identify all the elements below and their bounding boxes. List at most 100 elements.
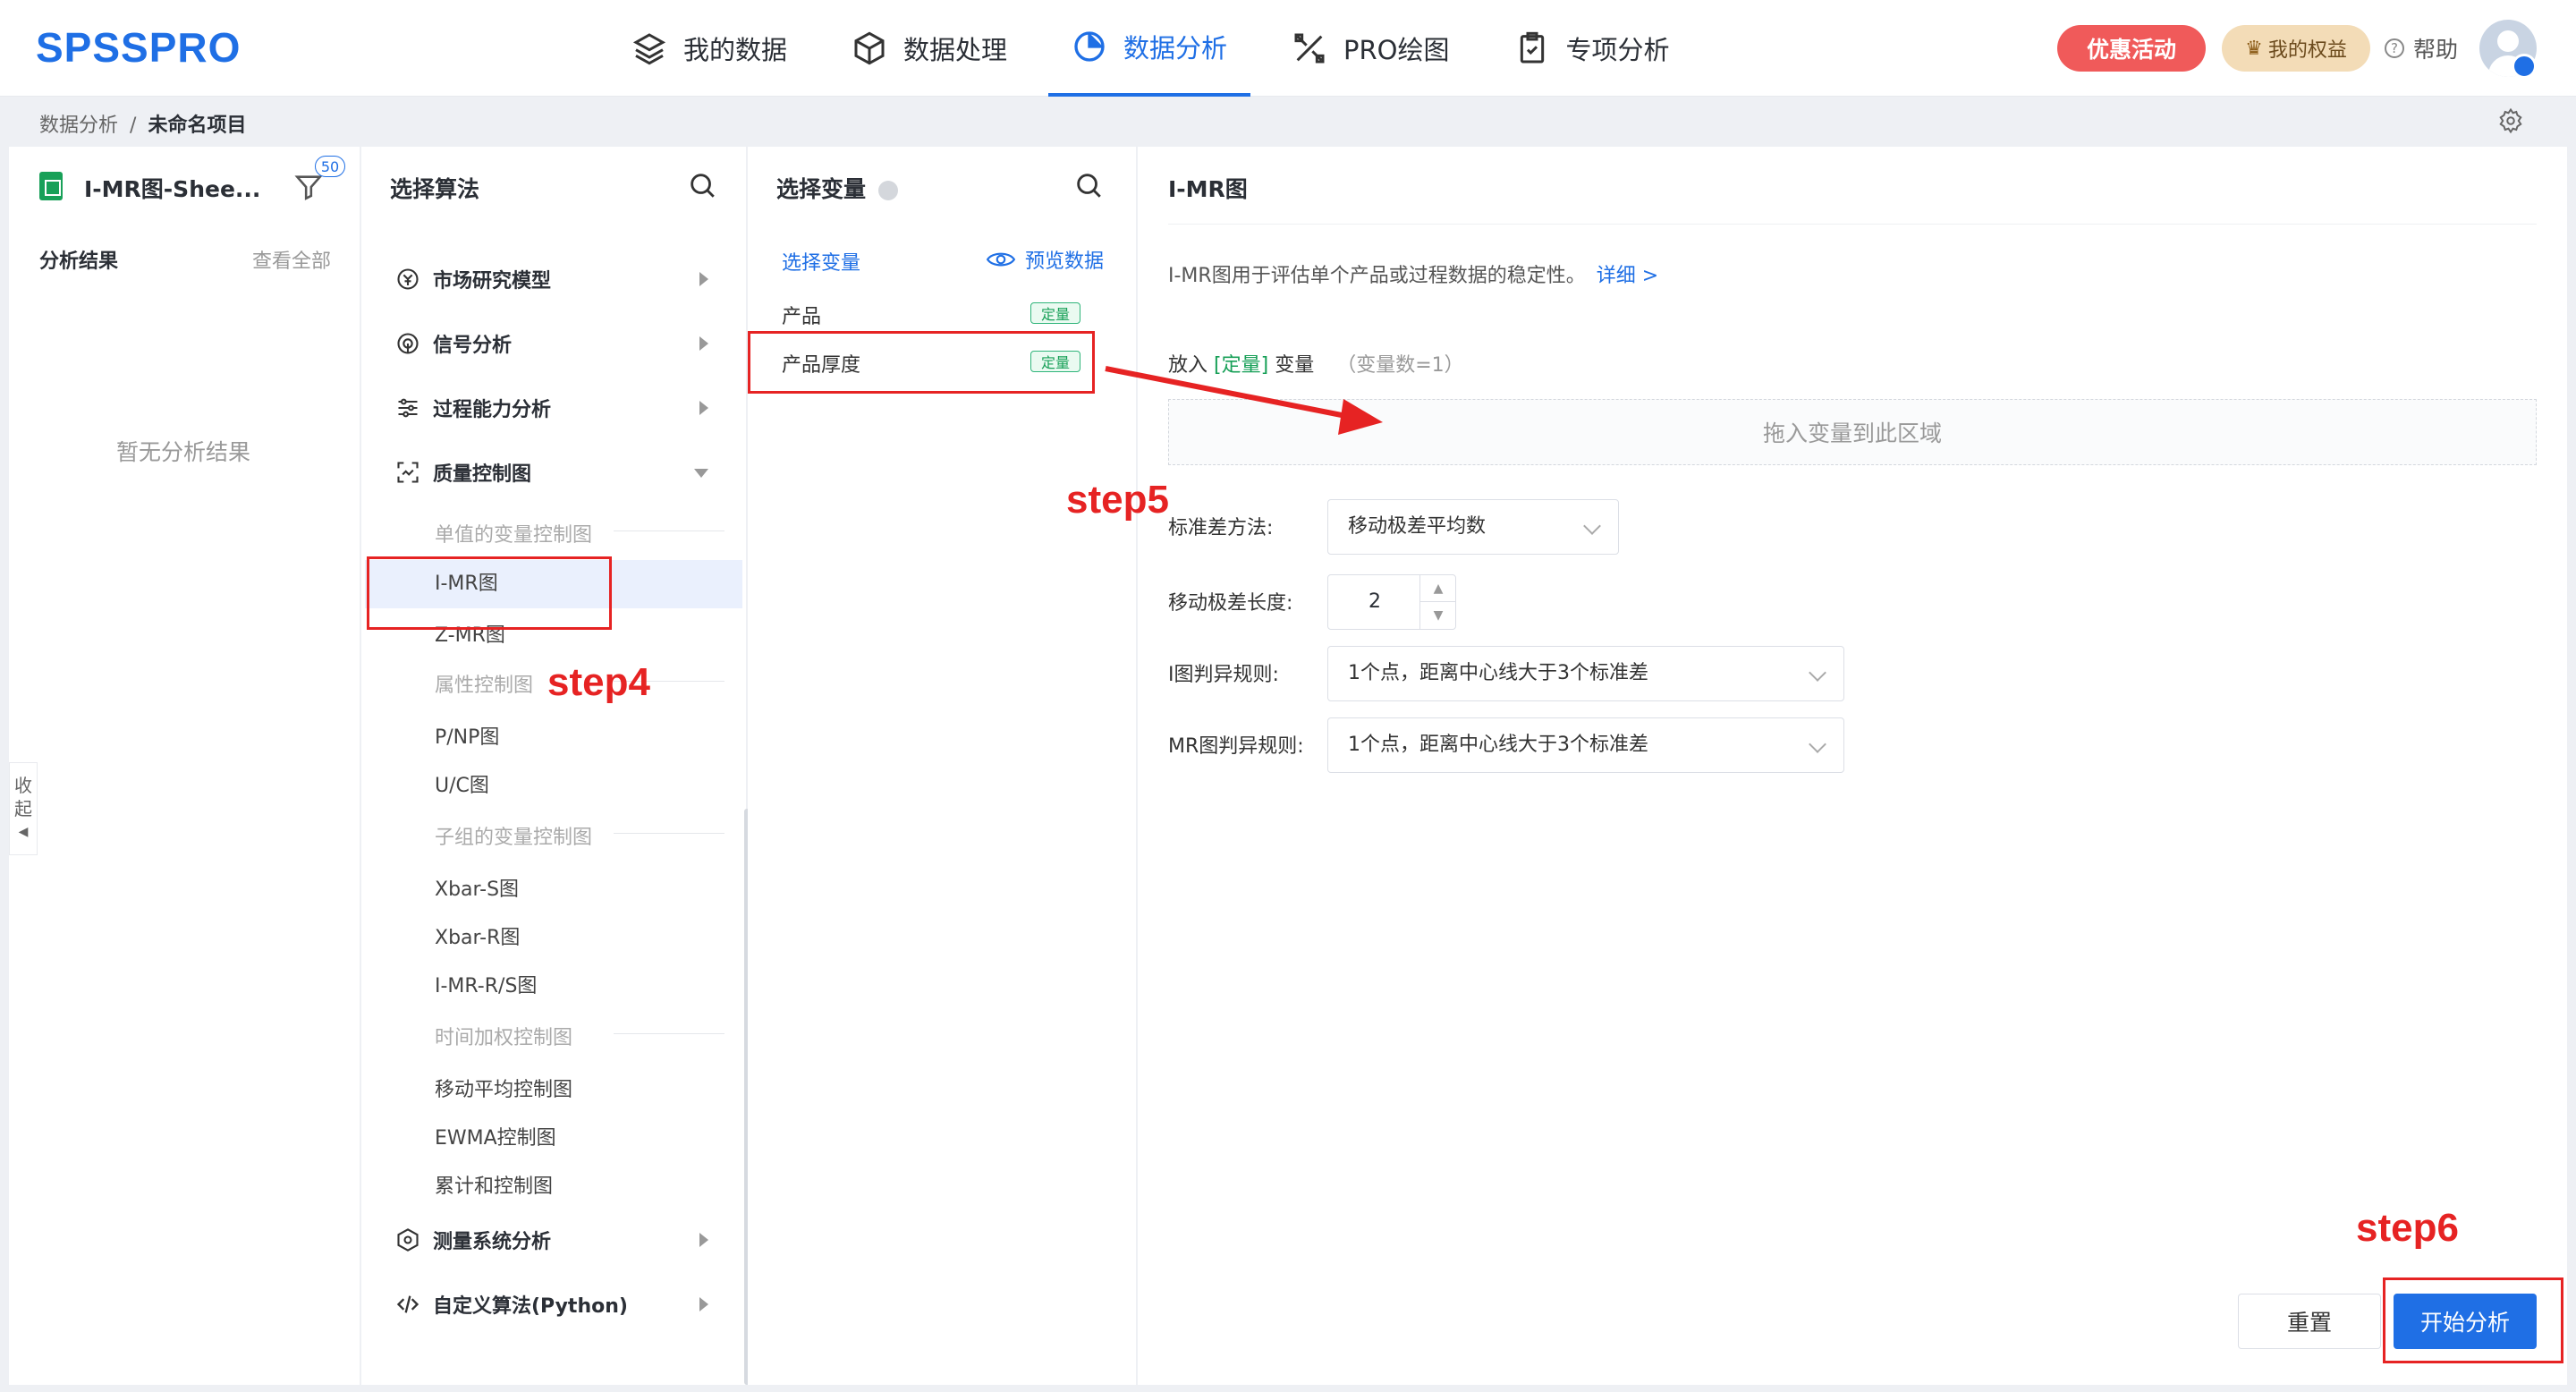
category-custom-python[interactable]: 自定义算法(Python): [395, 1290, 628, 1319]
group-individual-variables: 单值的变量控制图: [435, 519, 724, 547]
variable-type-tag: 定量: [1030, 302, 1080, 324]
step5-label: step5: [1066, 478, 1169, 522]
step6-highlight-box: [2383, 1277, 2563, 1363]
eye-icon: [986, 252, 1016, 267]
vip-badge-icon: [2512, 54, 2537, 79]
std-method-select[interactable]: 移动极差平均数: [1327, 499, 1619, 555]
variable-title: 选择变量: [776, 172, 899, 204]
variable-item[interactable]: 产品: [782, 301, 821, 329]
nav-data-analysis[interactable]: 数据分析: [1048, 0, 1251, 97]
algo-item-cusum[interactable]: 累计和控制图: [435, 1170, 553, 1199]
step4-highlight-box: [367, 556, 612, 630]
chevron-right-icon: [699, 401, 708, 415]
algo-item-ewma[interactable]: EWMA控制图: [435, 1122, 556, 1150]
gear-icon[interactable]: [2497, 107, 2524, 134]
help-icon[interactable]: [878, 181, 899, 200]
filter-icon[interactable]: [293, 172, 324, 202]
logo[interactable]: SPSSPRO: [36, 23, 241, 72]
mr-rule-select[interactable]: 1个点，距离中心线大于3个标准差: [1327, 717, 1844, 773]
pie-chart-icon: [1074, 31, 1105, 62]
nav-pro-draw[interactable]: PRO绘图: [1268, 0, 1472, 97]
i-rule-label: I图判异规则:: [1168, 664, 1279, 686]
algo-item-xbar-s[interactable]: Xbar-S图: [435, 873, 519, 902]
filter-count-badge: 50: [315, 156, 345, 177]
main-nav: 我的数据 数据处理 数据分析 PRO绘图 专项分析: [608, 0, 1711, 97]
collapse-sidebar-button[interactable]: 收 起 ◀: [9, 762, 38, 855]
draw-icon: [1294, 33, 1325, 64]
scan-icon: [397, 462, 419, 483]
step4-label: step4: [547, 660, 650, 704]
category-label: 测量系统分析: [433, 1231, 552, 1253]
decrement-icon[interactable]: ▼: [1420, 602, 1456, 629]
category-label: 过程能力分析: [433, 399, 552, 421]
cube-icon: [854, 31, 885, 65]
group-time-weighted: 时间加权控制图: [435, 1022, 724, 1050]
nav-my-data[interactable]: 我的数据: [608, 0, 810, 97]
preview-data-button[interactable]: 预览数据: [986, 245, 1104, 274]
clipboard-icon: [1520, 31, 1544, 64]
algo-item-u-c[interactable]: U/C图: [435, 769, 489, 798]
algorithm-title: 选择算法: [390, 176, 480, 202]
mr-length-value[interactable]: 2: [1328, 575, 1421, 629]
chevron-right-icon: [699, 1297, 708, 1311]
chevron-right-icon: [699, 336, 708, 351]
detail-link[interactable]: 详细 >: [1597, 265, 1658, 287]
group-attribute-control: 属性控制图: [435, 669, 724, 698]
nav-label: 数据处理: [903, 35, 1008, 65]
std-method-label: 标准差方法:: [1168, 517, 1274, 539]
search-icon[interactable]: [687, 170, 717, 200]
select-variable-header: 选择变量: [782, 252, 861, 275]
spreadsheet-icon: [39, 172, 63, 200]
algo-item-moving-average[interactable]: 移动平均控制图: [435, 1074, 572, 1102]
sheet-name[interactable]: I-MR图-Shee...: [84, 172, 260, 204]
search-icon[interactable]: [1073, 170, 1104, 200]
algo-item-i-mr-r-s[interactable]: I-MR-R/S图: [435, 970, 537, 998]
sliders-icon: [398, 398, 418, 418]
code-icon: [396, 1295, 419, 1313]
help-label: 帮助: [2413, 37, 2459, 63]
nav-label: 专项分析: [1565, 35, 1670, 65]
category-signal-analysis[interactable]: 信号分析: [395, 329, 512, 358]
nav-special-analysis[interactable]: 专项分析: [1491, 0, 1693, 97]
my-rights-button[interactable]: ♛ 我的权益: [2222, 25, 2370, 72]
step5-highlight-box: [748, 331, 1095, 394]
reset-button[interactable]: 重置: [2238, 1294, 2381, 1349]
category-measurement-system[interactable]: 测量系统分析: [395, 1226, 551, 1254]
crown-icon: ♛: [2245, 37, 2263, 60]
increment-icon[interactable]: ▲: [1420, 575, 1456, 602]
nav-data-processing[interactable]: 数据处理: [828, 0, 1030, 97]
breadcrumb-current: 未命名项目: [148, 115, 247, 137]
chevron-down-icon: [1809, 735, 1826, 753]
breadcrumb-parent[interactable]: 数据分析: [39, 115, 118, 137]
caret-left-icon: ◀: [18, 825, 29, 839]
chevron-down-icon: [1583, 517, 1601, 535]
algo-item-xbar-r[interactable]: Xbar-R图: [435, 921, 520, 950]
variable-dropzone[interactable]: 拖入变量到此区域: [1168, 399, 2537, 465]
divider: [1168, 224, 2537, 225]
help-icon: ?: [2385, 38, 2404, 58]
sheet-panel: I-MR图-Shee... 50 分析结果 查看全部 暂无分析结果: [9, 147, 360, 1385]
group-subgroup-variables: 子组的变量控制图: [435, 821, 724, 850]
breadcrumb-separator: /: [130, 115, 137, 137]
promo-button[interactable]: 优惠活动: [2057, 25, 2206, 72]
category-quality-control[interactable]: 质量控制图: [395, 458, 531, 487]
mr-length-label: 移动极差长度:: [1168, 592, 1293, 615]
drop-label: 放入 [定量] 变量 （变量数=1）: [1168, 354, 1464, 377]
algo-item-p-np[interactable]: P/NP图: [435, 721, 499, 750]
layers-icon: [632, 33, 666, 65]
method-description: I-MR图用于评估单个产品或过程数据的稳定性。 详细 >: [1168, 265, 1659, 287]
nav-label: 数据分析: [1123, 33, 1228, 64]
top-bar: SPSSPRO 我的数据 数据处理 数据分析 PRO绘图 专项分析 优惠活动 ♛…: [0, 0, 2576, 97]
category-process-capability[interactable]: 过程能力分析: [395, 394, 551, 422]
view-all-link[interactable]: 查看全部: [252, 245, 331, 274]
help-link[interactable]: ? 帮助: [2385, 32, 2458, 64]
chevron-down-icon: [694, 469, 708, 478]
mr-length-stepper[interactable]: 2 ▲ ▼: [1327, 574, 1456, 630]
chevron-down-icon: [1809, 664, 1826, 682]
mr-rule-label: MR图判异规则:: [1168, 735, 1304, 758]
category-label: 质量控制图: [433, 463, 532, 486]
category-market-research[interactable]: 市场研究模型: [395, 265, 551, 293]
collapse-label-1: 收: [14, 775, 32, 796]
i-rule-select[interactable]: 1个点，距离中心线大于3个标准差: [1327, 646, 1844, 701]
signal-icon: [397, 333, 419, 354]
